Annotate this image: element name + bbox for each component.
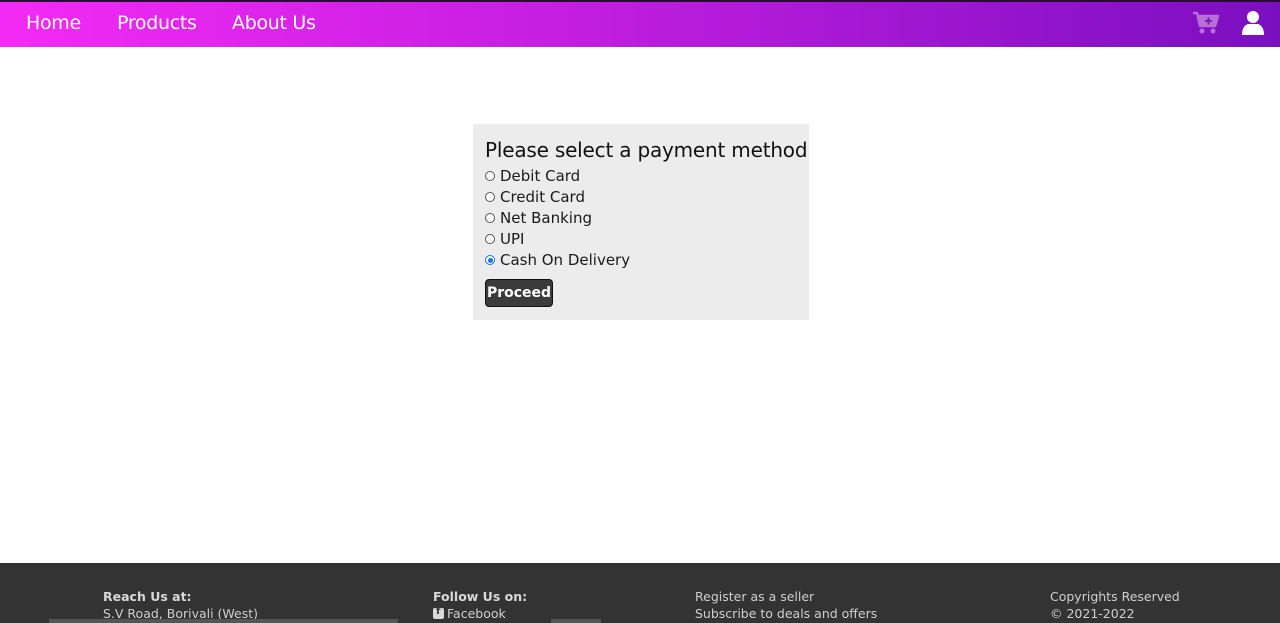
payment-method-panel: Please select a payment method Debit Car… [473, 124, 809, 320]
payment-option-net-banking[interactable]: Net Banking [485, 209, 592, 227]
option-label: Net Banking [500, 209, 592, 227]
footer-subscribe-link[interactable]: Subscribe to deals and offers [695, 606, 877, 621]
payment-option-cash-on-delivery[interactable]: Cash On Delivery [485, 251, 630, 269]
radio-debit-card[interactable] [485, 171, 495, 181]
footer-facebook-link[interactable]: Facebook [433, 606, 506, 621]
option-label: UPI [500, 230, 525, 248]
footer-register-seller-link[interactable]: Register as a seller [695, 589, 814, 604]
facebook-label: Facebook [447, 606, 506, 621]
payment-option-debit-card[interactable]: Debit Card [485, 167, 580, 185]
option-label: Cash On Delivery [500, 251, 631, 269]
nav-home-link[interactable]: Home [26, 12, 81, 34]
footer-button-bar [551, 619, 601, 623]
footer-copyright: Copyrights Reserved [1050, 589, 1180, 604]
user-icon[interactable] [1241, 10, 1265, 36]
nav-products-link[interactable]: Products [117, 12, 197, 34]
footer-follow-heading: Follow Us on: [433, 589, 528, 604]
radio-credit-card[interactable] [485, 192, 495, 202]
payment-title: Please select a payment method [485, 138, 808, 162]
footer: Reach Us at: S.V Road, Borivali (West) F… [0, 563, 1280, 623]
radio-upi[interactable] [485, 234, 495, 244]
facebook-icon [433, 606, 444, 619]
payment-option-credit-card[interactable]: Credit Card [485, 188, 585, 206]
cart-plus-icon[interactable] [1192, 10, 1220, 36]
option-label: Credit Card [500, 188, 585, 206]
footer-reach-heading: Reach Us at: [103, 589, 192, 604]
nav-about-link[interactable]: About Us [232, 12, 316, 34]
radio-cash-on-delivery[interactable] [485, 255, 495, 265]
footer-input-bar [49, 619, 398, 623]
top-navbar: Home Products About Us [0, 0, 1280, 47]
footer-copyright-years: © 2021-2022 [1050, 606, 1135, 621]
option-label: Debit Card [500, 167, 581, 185]
proceed-button[interactable]: Proceed [485, 279, 553, 307]
payment-option-upi[interactable]: UPI [485, 230, 524, 248]
radio-net-banking[interactable] [485, 213, 495, 223]
